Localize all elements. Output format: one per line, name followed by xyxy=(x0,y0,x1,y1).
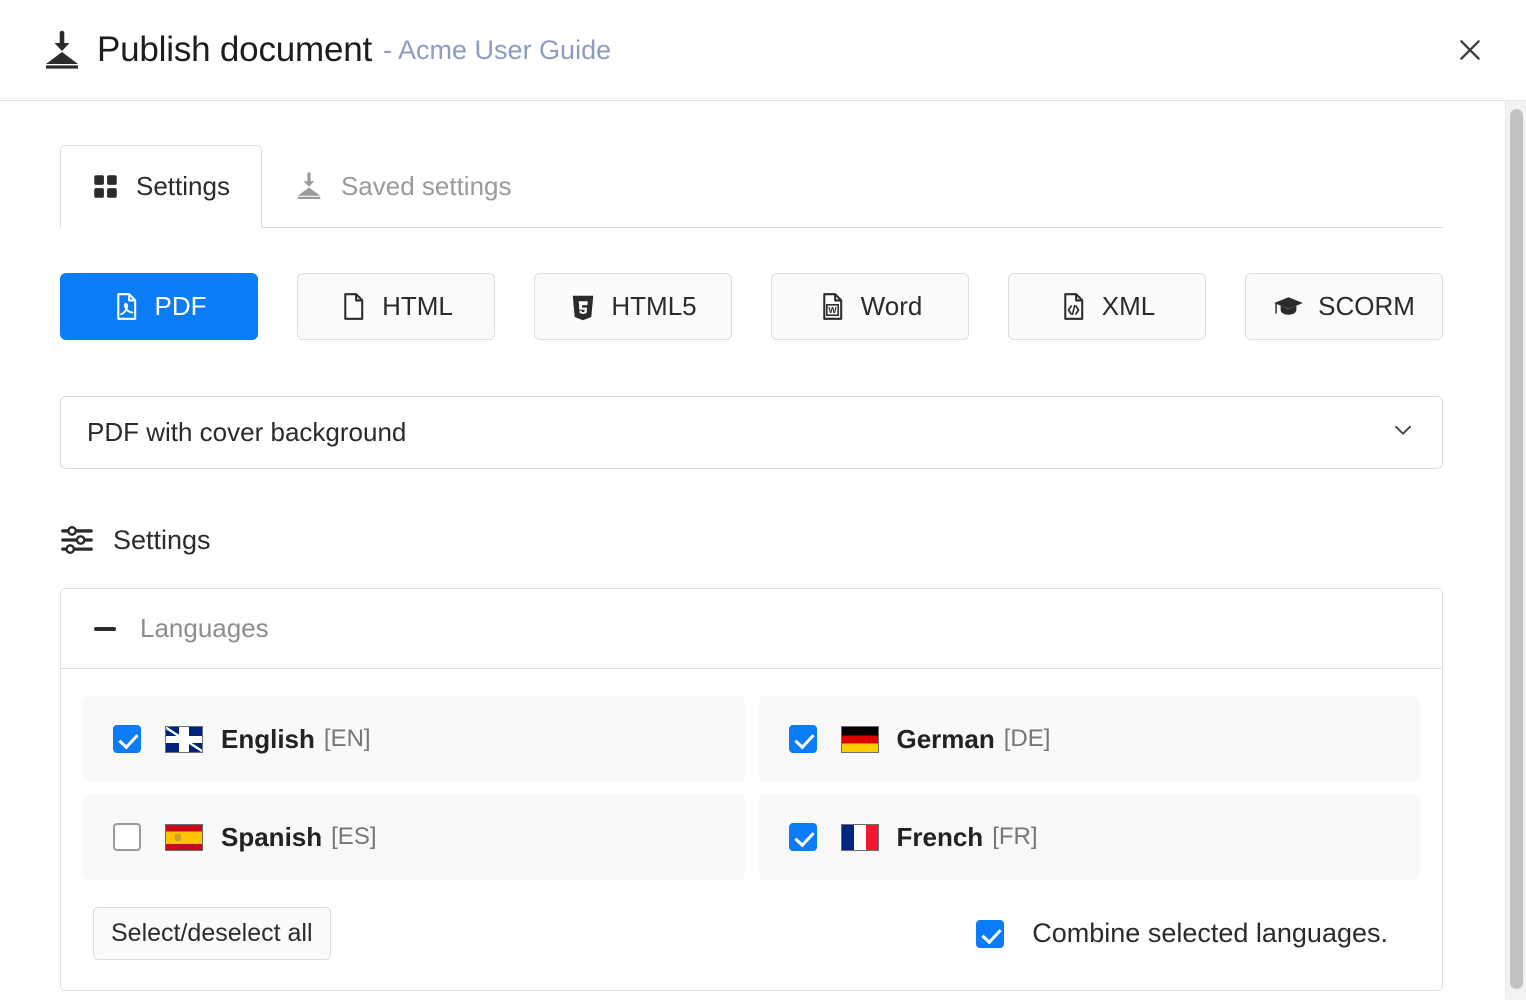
dialog-header-left: Publish document - Acme User Guide xyxy=(42,30,1448,70)
xml-file-icon xyxy=(1059,292,1088,321)
select-deselect-all-button[interactable]: Select/deselect all xyxy=(93,907,331,960)
language-row-english[interactable]: English [EN] xyxy=(83,696,745,782)
language-checkbox-german[interactable] xyxy=(789,725,817,753)
pdf-file-icon xyxy=(112,292,141,321)
combine-languages-option[interactable]: Combine selected languages. xyxy=(976,918,1410,949)
languages-panel-header[interactable]: Languages xyxy=(61,589,1442,669)
language-row-spanish[interactable]: Spanish [ES] xyxy=(83,794,745,880)
dialog-content: Settings Saved settings xyxy=(0,145,1505,991)
flag-es-icon xyxy=(165,824,203,851)
format-button-html5-label: HTML5 xyxy=(611,291,696,322)
language-checkbox-english[interactable] xyxy=(113,725,141,753)
language-code-german: [DE] xyxy=(1004,725,1051,753)
dialog-body-wrap: Settings Saved settings xyxy=(0,101,1526,1000)
preset-select-value: PDF with cover background xyxy=(87,417,1390,448)
format-button-xml[interactable]: XML xyxy=(1008,273,1206,340)
tab-bar: Settings Saved settings xyxy=(60,145,1443,228)
settings-section-heading: Settings xyxy=(60,523,1443,557)
word-file-icon: W xyxy=(818,292,847,321)
flag-gb-icon xyxy=(165,726,203,753)
tab-saved-settings-label: Saved settings xyxy=(341,171,512,202)
format-button-word-label: Word xyxy=(861,291,923,322)
settings-section-label: Settings xyxy=(113,525,211,556)
close-icon xyxy=(1457,37,1483,63)
format-button-scorm[interactable]: SCORM xyxy=(1245,273,1443,340)
dialog-header: Publish document - Acme User Guide xyxy=(0,0,1526,101)
format-button-html[interactable]: HTML xyxy=(297,273,495,340)
language-name-spanish: Spanish xyxy=(221,822,322,853)
dialog-body: Settings Saved settings xyxy=(0,101,1505,1000)
format-button-pdf-label: PDF xyxy=(155,291,207,322)
format-button-word[interactable]: W Word xyxy=(771,273,969,340)
dialog-title: Publish document xyxy=(97,30,372,70)
language-name-english: English xyxy=(221,724,315,755)
languages-panel-footer: Select/deselect all Combine selected lan… xyxy=(83,880,1420,966)
format-button-scorm-label: SCORM xyxy=(1318,291,1415,322)
language-name-french: French xyxy=(897,822,984,853)
download-tray-icon xyxy=(294,171,324,201)
language-code-spanish: [ES] xyxy=(331,823,376,851)
language-checkbox-french[interactable] xyxy=(789,823,817,851)
svg-text:W: W xyxy=(828,305,837,315)
tab-settings-label: Settings xyxy=(136,171,230,202)
format-button-html-label: HTML xyxy=(382,291,453,322)
close-button[interactable] xyxy=(1448,28,1492,72)
tab-settings[interactable]: Settings xyxy=(60,145,262,228)
format-button-html5[interactable]: HTML5 xyxy=(534,273,732,340)
format-button-xml-label: XML xyxy=(1102,291,1155,322)
flag-fr-icon xyxy=(841,824,879,851)
language-row-french[interactable]: French [FR] xyxy=(759,794,1421,880)
languages-panel-title: Languages xyxy=(140,613,269,644)
file-icon xyxy=(339,292,368,321)
chevron-down-icon xyxy=(1390,417,1416,448)
language-code-english: [EN] xyxy=(324,725,371,753)
combine-languages-label: Combine selected languages. xyxy=(1032,918,1388,949)
language-checkbox-spanish[interactable] xyxy=(113,823,141,851)
grid-squares-icon xyxy=(92,173,119,200)
flag-de-icon xyxy=(841,726,879,753)
minus-icon xyxy=(94,627,116,631)
preset-select[interactable]: PDF with cover background xyxy=(60,396,1443,469)
sliders-icon xyxy=(60,523,94,557)
combine-languages-checkbox[interactable] xyxy=(976,920,1004,948)
dialog-subtitle: - Acme User Guide xyxy=(383,35,611,66)
scrollbar-thumb[interactable] xyxy=(1510,109,1523,989)
graduation-cap-icon xyxy=(1273,292,1304,321)
html5-shield-icon xyxy=(569,293,597,321)
vertical-scrollbar[interactable] xyxy=(1505,101,1526,1000)
languages-panel: Languages English [EN] xyxy=(60,588,1443,991)
publish-download-icon xyxy=(42,30,82,70)
languages-panel-body: English [EN] German [DE] xyxy=(61,669,1442,990)
language-code-french: [FR] xyxy=(992,823,1037,851)
language-row-german[interactable]: German [DE] xyxy=(759,696,1421,782)
languages-grid: English [EN] German [DE] xyxy=(83,696,1420,880)
format-button-row: PDF HTML xyxy=(60,273,1443,340)
publish-document-dialog: Publish document - Acme User Guide xyxy=(0,0,1526,1000)
tab-saved-settings[interactable]: Saved settings xyxy=(262,144,544,227)
format-button-pdf[interactable]: PDF xyxy=(60,273,258,340)
language-name-german: German xyxy=(897,724,995,755)
